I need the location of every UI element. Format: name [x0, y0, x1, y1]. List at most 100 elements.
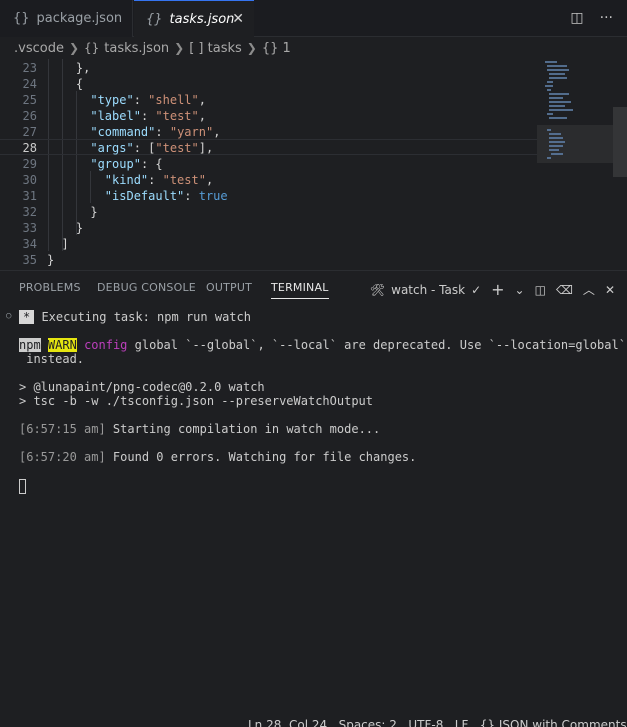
- minimap-line: [549, 97, 563, 99]
- braces-icon: {}: [13, 11, 30, 26]
- add-terminal-icon[interactable]: +: [491, 280, 504, 299]
- code-line: {: [75, 77, 84, 91]
- minimap-line: [549, 73, 565, 75]
- timestamp: [6:57:20 am]: [19, 450, 106, 464]
- code-line: "command": "yarn",: [90, 125, 221, 139]
- braces-icon: {}: [84, 41, 100, 55]
- code-line: ]: [61, 237, 69, 251]
- code-line: }: [90, 205, 98, 219]
- chevron-right-icon: ❯: [174, 41, 185, 55]
- line-number: 35: [22, 253, 37, 267]
- terminal-text: global `--global`, `--local` are depreca…: [127, 338, 626, 352]
- breadcrumb-array[interactable]: [ ] tasks: [189, 41, 242, 56]
- minimap-line: [547, 113, 553, 115]
- minimap-line: [549, 101, 571, 103]
- minimap-line: [549, 133, 561, 135]
- tab-package-json[interactable]: {} package.json: [0, 0, 133, 37]
- tab-problems[interactable]: PROBLEMS: [19, 281, 81, 294]
- chevron-down-icon[interactable]: ⌄: [515, 283, 525, 297]
- code-line: }: [75, 221, 84, 235]
- vscode-window: {} package.json {} tasks.json ✕ ◫ ··· .v…: [0, 0, 627, 727]
- minimap-line: [549, 137, 563, 139]
- minimap-line: [547, 157, 551, 159]
- close-icon[interactable]: ✕: [232, 11, 244, 27]
- tab-label: tasks.json: [169, 11, 235, 27]
- minimap-line: [549, 93, 569, 95]
- editor-tab-bar: {} package.json {} tasks.json ✕ ◫ ···: [0, 0, 627, 37]
- code-editor[interactable]: 23 24 25 26 27 28 29 30 31 32 33 34 35 }…: [0, 59, 627, 270]
- tab-label: package.json: [36, 11, 123, 26]
- line-number: 24: [22, 77, 37, 91]
- line-number: 29: [22, 157, 37, 171]
- code-line: "group": {: [90, 157, 163, 171]
- minimap[interactable]: [537, 59, 613, 270]
- terminal-task-selector[interactable]: 🛠 watch - Task ✓: [370, 283, 481, 297]
- minimap-line: [551, 153, 563, 155]
- code-line: }: [47, 253, 55, 267]
- terminal-line: instead.: [19, 352, 85, 366]
- more-actions-icon[interactable]: ···: [600, 10, 613, 26]
- terminal-line: > @lunapaint/png-codec@0.2.0 watch: [19, 380, 265, 394]
- terminal-cursor: [19, 479, 26, 494]
- breadcrumb-folder[interactable]: .vscode: [14, 41, 64, 56]
- line-number: 31: [22, 189, 37, 203]
- tab-debug-console[interactable]: DEBUG CONSOLE: [97, 281, 196, 294]
- line-number: 25: [22, 93, 37, 107]
- minimap-line: [549, 77, 567, 79]
- terminal-output[interactable]: ○ * Executing task: npm run watch npm WA…: [0, 309, 627, 709]
- tab-terminal[interactable]: TERMINAL: [271, 281, 329, 299]
- minimap-line: [549, 109, 573, 111]
- breadcrumb-object[interactable]: {} 1: [262, 41, 291, 56]
- minimap-line: [549, 141, 565, 143]
- code-line: "isDefault": true: [104, 189, 228, 203]
- code-line: "label": "test",: [90, 109, 206, 123]
- task-label: watch - Task: [391, 282, 466, 297]
- maximize-panel-icon[interactable]: ︿: [583, 281, 595, 298]
- chevron-right-icon: ❯: [246, 41, 257, 55]
- terminal-text: Found 0 errors. Watching for file change…: [105, 450, 417, 464]
- line-number: 23: [22, 61, 37, 75]
- bottom-panel: PROBLEMS DEBUG CONSOLE OUTPUT TERMINAL 🛠…: [0, 270, 627, 714]
- trash-icon[interactable]: ⌫: [556, 283, 573, 297]
- line-number: 33: [22, 221, 37, 235]
- config-label: config: [84, 338, 128, 352]
- scrollbar-thumb[interactable]: [613, 107, 627, 177]
- minimap-line: [547, 69, 569, 71]
- check-icon: ✓: [471, 282, 482, 297]
- line-number: 27: [22, 125, 37, 139]
- minimap-line: [547, 129, 551, 131]
- minimap-line: [549, 105, 565, 107]
- line-number: 32: [22, 205, 37, 219]
- close-panel-icon[interactable]: ✕: [605, 283, 615, 297]
- line-number-gutter: 23 24 25 26 27 28 29 30 31 32 33 34 35: [0, 59, 44, 270]
- minimap-line: [545, 85, 553, 87]
- timestamp: [6:57:15 am]: [19, 422, 106, 436]
- panel-actions: 🛠 watch - Task ✓ + ⌄ ◫ ⌫ ︿ ✕: [370, 280, 615, 299]
- chevron-right-icon: ❯: [68, 41, 80, 55]
- editor-scrollbar[interactable]: [613, 59, 627, 270]
- split-editor-icon[interactable]: ◫: [570, 10, 583, 26]
- terminal-line: > tsc -b -w ./tsconfig.json --preserveWa…: [19, 394, 374, 408]
- terminal-line: * Executing task: npm run watch: [19, 310, 251, 324]
- code-line: "type": "shell",: [90, 93, 206, 107]
- terminal-text: Executing task: npm run watch: [34, 310, 251, 324]
- line-number: 34: [22, 237, 37, 251]
- minimap-line: [549, 145, 563, 147]
- terminal-line: [6:57:20 am] Found 0 errors. Watching fo…: [19, 450, 416, 464]
- minimap-line: [545, 61, 557, 63]
- breadcrumb-file[interactable]: tasks.json: [104, 41, 169, 56]
- minimap-line: [549, 149, 559, 151]
- breadcrumb: .vscode ❯ {} tasks.json ❯ [ ] tasks ❯ {}…: [0, 37, 627, 59]
- warn-label: WARN: [47, 338, 77, 352]
- split-terminal-icon[interactable]: ◫: [535, 283, 546, 297]
- code-line: },: [75, 61, 91, 75]
- line-number: 26: [22, 109, 37, 123]
- tab-output[interactable]: OUTPUT: [206, 281, 252, 294]
- tools-icon: 🛠: [369, 282, 386, 297]
- tab-tasks-json[interactable]: {} tasks.json ✕: [134, 0, 254, 37]
- status-bar-text[interactable]: Ln 28, Col 24 Spaces: 2 UTF-8 LF {} JSON…: [248, 718, 627, 727]
- terminal-line: [6:57:15 am] Starting compilation in wat…: [19, 422, 380, 436]
- code-lines[interactable]: }, { "type": "shell", "label": "test", "…: [0, 59, 537, 270]
- code-line-current: "args": ["test"],: [0, 139, 537, 155]
- code-line: "kind": "test",: [104, 173, 214, 187]
